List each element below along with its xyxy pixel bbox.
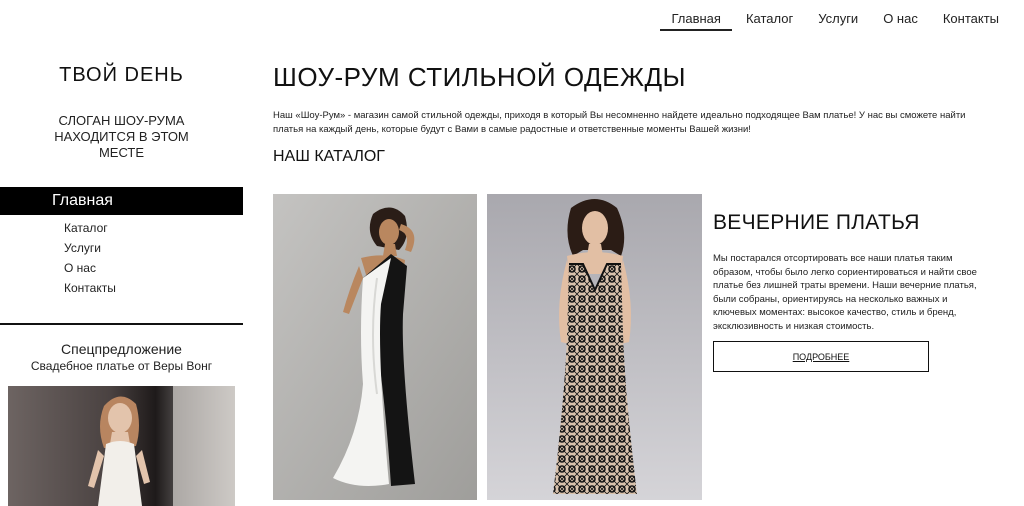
more-button[interactable]: ПОДРОБНЕЕ (713, 341, 929, 372)
sidebar-divider (0, 323, 243, 325)
slogan: СЛОГАН ШОУ-РУМА НАХОДИТСЯ В ЭТОМ МЕСТЕ (54, 113, 189, 160)
dress-photo-1 (273, 194, 477, 500)
topnav-contacts[interactable]: Контакты (932, 10, 1010, 31)
top-navigation: Главная Каталог Услуги О нас Контакты (657, 10, 1010, 31)
dress-image-white-black[interactable] (273, 194, 477, 500)
section-heading: ВЕЧЕРНИЕ ПЛАТЬЯ (713, 211, 920, 234)
sidebar-item-catalog[interactable]: Каталог (64, 218, 116, 238)
dress-image-lace[interactable] (487, 194, 702, 500)
sidebar-item-services[interactable]: Услуги (64, 238, 116, 258)
topnav-about[interactable]: О нас (872, 10, 929, 31)
sidebar-item-contacts[interactable]: Контакты (64, 278, 116, 298)
brand-logo-text[interactable]: ТВОЙ DEHЬ (0, 64, 243, 87)
sidebar: ТВОЙ DEHЬ СЛОГАН ШОУ-РУМА НАХОДИТСЯ В ЭТ… (0, 0, 243, 506)
intro-text: Наш «Шоу-Рум» - магазин самой стильной о… (273, 110, 966, 135)
topnav-catalog[interactable]: Каталог (735, 10, 804, 31)
promo-image[interactable] (8, 386, 235, 506)
sidebar-menu: Каталог Услуги О нас Контакты (64, 218, 116, 298)
topnav-home[interactable]: Главная (660, 10, 732, 31)
promo-photo (8, 386, 235, 506)
catalog-heading: НАШ КАТАЛОГ (273, 148, 385, 165)
sidebar-item-home[interactable]: Главная (0, 187, 243, 215)
dress-photo-2 (487, 194, 702, 500)
page-title: ШОУ-РУМ СТИЛЬНОЙ ОДЕЖДЫ (273, 62, 687, 92)
promo-subtitle[interactable]: Свадебное платье от Веры Вонг (0, 359, 243, 373)
sidebar-item-about[interactable]: О нас (64, 258, 116, 278)
topnav-services[interactable]: Услуги (807, 10, 869, 31)
section-description: Мы постарался отсортировать все наши пла… (713, 253, 977, 332)
promo-title: Спецпредложение (61, 341, 182, 357)
